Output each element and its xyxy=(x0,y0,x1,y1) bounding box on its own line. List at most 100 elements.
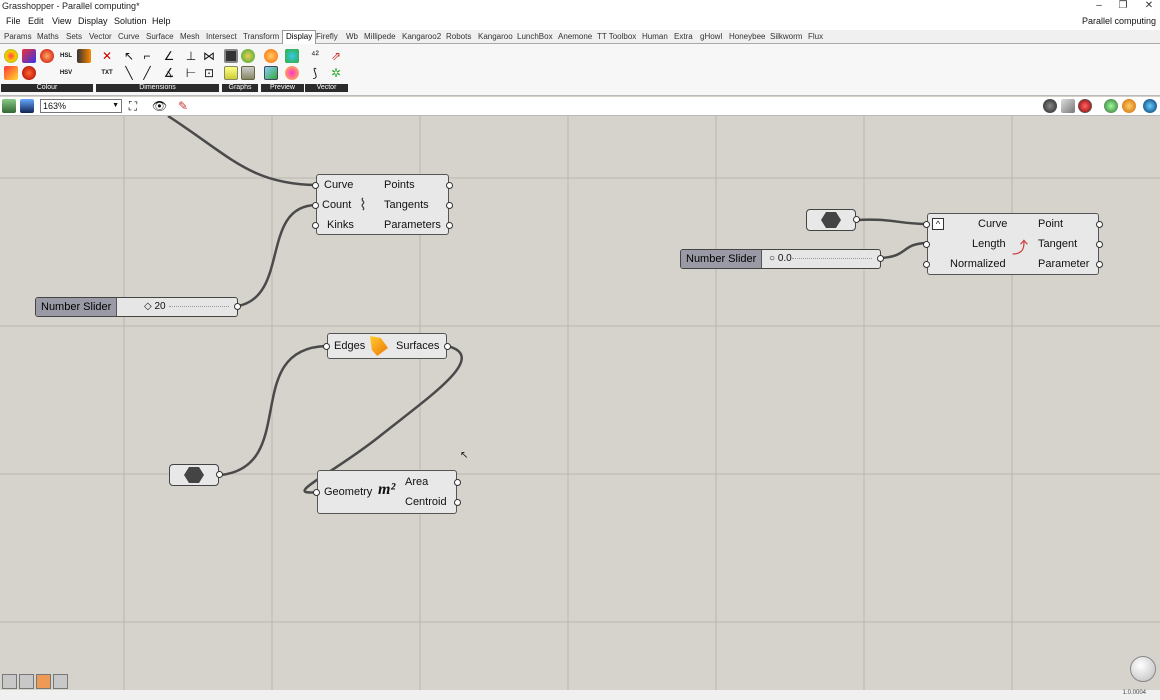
tab-human[interactable]: Human xyxy=(642,32,668,41)
angle-dim-icon[interactable]: ↖ xyxy=(122,49,136,63)
restore-icon[interactable]: ❐ xyxy=(1116,0,1130,14)
boundary-surfaces-component[interactable]: Edges Surfaces xyxy=(327,333,447,359)
output-tangents[interactable]: Tangents xyxy=(384,199,429,211)
tab-lunchbox[interactable]: LunchBox xyxy=(517,32,553,41)
colour-rgb-icon[interactable] xyxy=(40,49,54,63)
input-kinks[interactable]: Kinks xyxy=(327,219,354,231)
zoom-extents-icon[interactable]: ⛶ xyxy=(126,99,140,113)
length-number-slider[interactable]: Number Slider ○ 0.0 xyxy=(680,249,881,269)
input-length[interactable]: Length xyxy=(972,238,1006,250)
aligned-dim-icon[interactable]: ⌐ xyxy=(140,49,154,63)
colour-ramp-icon[interactable] xyxy=(4,66,18,80)
curve-param-bottom[interactable] xyxy=(169,464,219,486)
line-dim-icon[interactable]: ╲ xyxy=(122,66,136,80)
text-tag-icon[interactable]: ✕ xyxy=(100,49,114,63)
angular-dim-icon[interactable]: ∠ xyxy=(162,49,176,63)
input-grip[interactable] xyxy=(313,489,320,496)
canvas-tool-icon[interactable] xyxy=(2,674,17,689)
tab-maths[interactable]: Maths xyxy=(37,32,59,41)
tab-display[interactable]: Display xyxy=(282,30,317,44)
radial-dim-icon[interactable]: ⊡ xyxy=(202,66,216,80)
menu-file[interactable]: File xyxy=(6,16,21,26)
wireframe-preview-icon[interactable] xyxy=(1043,99,1057,113)
zoom-select[interactable]: 163% ▼ xyxy=(40,99,122,113)
image-sampler-icon[interactable] xyxy=(224,49,238,63)
display-preview-icon[interactable] xyxy=(264,66,278,80)
grasshopper-canvas[interactable]: Curve Count Kinks Points Tangents Parame… xyxy=(0,116,1160,690)
slider-track[interactable] xyxy=(169,306,229,310)
output-grip[interactable] xyxy=(216,471,223,478)
pie-graph-icon[interactable] xyxy=(241,49,255,63)
tab-params[interactable]: Params xyxy=(4,32,32,41)
tab-transform[interactable]: Transform xyxy=(243,32,279,41)
output-grip[interactable] xyxy=(446,202,453,209)
input-grip[interactable] xyxy=(923,261,930,268)
group-tool-icon[interactable] xyxy=(19,674,34,689)
tab-tt-toolbox[interactable]: TT Toolbox xyxy=(597,32,636,41)
selected-preview-icon[interactable] xyxy=(1078,99,1092,113)
input-grip[interactable] xyxy=(312,182,319,189)
output-grip[interactable] xyxy=(446,182,453,189)
output-centroid[interactable]: Centroid xyxy=(405,496,447,508)
menu-help[interactable]: Help xyxy=(152,16,171,26)
area-component[interactable]: Geometry Area Centroid m² xyxy=(317,470,457,514)
tab-kangaroo[interactable]: Kangaroo xyxy=(478,32,513,41)
divide-curve-component[interactable]: Curve Count Kinks Points Tangents Parame… xyxy=(316,174,449,235)
slider-track[interactable] xyxy=(792,258,872,262)
point-list-icon[interactable]: ⁴² xyxy=(308,49,322,63)
output-grip[interactable] xyxy=(234,303,241,310)
tab-surface[interactable]: Surface xyxy=(146,32,174,41)
label-tool-icon[interactable] xyxy=(53,674,68,689)
vector-display-icon[interactable]: ⇗ xyxy=(329,49,343,63)
output-grip[interactable] xyxy=(454,499,461,506)
input-curve[interactable]: Curve xyxy=(978,218,1007,230)
input-normalized[interactable]: Normalized xyxy=(950,258,1006,270)
fire-tool-icon[interactable] xyxy=(36,674,51,689)
document-preview-icon[interactable] xyxy=(1122,99,1136,113)
tab-silkworm[interactable]: Silkworm xyxy=(770,32,802,41)
arc-dim-icon[interactable]: ∡ xyxy=(162,66,176,80)
evaluate-length-component[interactable]: Curve Length Normalized Point Tangent Pa… xyxy=(927,213,1099,275)
tab-ghowl[interactable]: gHowl xyxy=(700,32,722,41)
preview-eye-icon[interactable]: 👁 xyxy=(152,99,167,113)
tab-kangaroo2[interactable]: Kangaroo2 xyxy=(402,32,441,41)
tab-anemone[interactable]: Anemone xyxy=(558,32,592,41)
tab-flux[interactable]: Flux xyxy=(808,32,823,41)
input-grip[interactable] xyxy=(312,202,319,209)
tab-robots[interactable]: Robots xyxy=(446,32,471,41)
colour-hsl-icon[interactable]: HSL xyxy=(59,49,73,63)
linear-dim-icon[interactable]: ⊥ xyxy=(184,49,198,63)
minimize-icon[interactable]: – xyxy=(1092,0,1106,14)
output-grip[interactable] xyxy=(1096,261,1103,268)
colour-preview-icon[interactable] xyxy=(285,66,299,80)
input-curve[interactable]: Curve xyxy=(324,179,353,191)
ordinate-dim-icon[interactable]: ⊢ xyxy=(184,66,198,80)
marker-dim-icon[interactable]: ⋈ xyxy=(202,49,216,63)
input-grip[interactable] xyxy=(312,222,319,229)
custom-preview-icon[interactable] xyxy=(264,49,278,63)
tab-millipede[interactable]: Millipede xyxy=(364,32,396,41)
output-grip[interactable] xyxy=(444,343,451,350)
save-file-icon[interactable] xyxy=(20,99,34,113)
menu-display[interactable]: Display xyxy=(78,16,108,26)
sketch-pen-icon[interactable]: ✎ xyxy=(176,99,190,113)
colour-hsv-icon[interactable]: HSV xyxy=(59,66,73,80)
curve-param-top[interactable] xyxy=(806,209,856,231)
gumball-preview-icon[interactable] xyxy=(1143,99,1157,113)
open-file-icon[interactable] xyxy=(2,99,16,113)
menu-view[interactable]: View xyxy=(52,16,71,26)
text-3d-icon[interactable]: TXT xyxy=(100,66,114,80)
input-edges[interactable]: Edges xyxy=(334,340,365,352)
slider-value[interactable]: ◇ 20 xyxy=(144,301,166,312)
shaded-preview-icon[interactable] xyxy=(1061,99,1075,113)
output-area[interactable]: Area xyxy=(405,476,428,488)
cloud-display-icon[interactable] xyxy=(285,49,299,63)
tab-wb[interactable]: Wb xyxy=(346,32,358,41)
tab-honeybee[interactable]: Honeybee xyxy=(729,32,765,41)
output-grip[interactable] xyxy=(1096,241,1103,248)
slider-value[interactable]: ○ 0.0 xyxy=(769,253,792,264)
quick-graph-icon[interactable] xyxy=(224,66,238,80)
output-parameters[interactable]: Parameters xyxy=(384,219,441,231)
flip-toggle-icon[interactable]: ^ xyxy=(932,218,944,230)
output-points[interactable]: Points xyxy=(384,179,415,191)
